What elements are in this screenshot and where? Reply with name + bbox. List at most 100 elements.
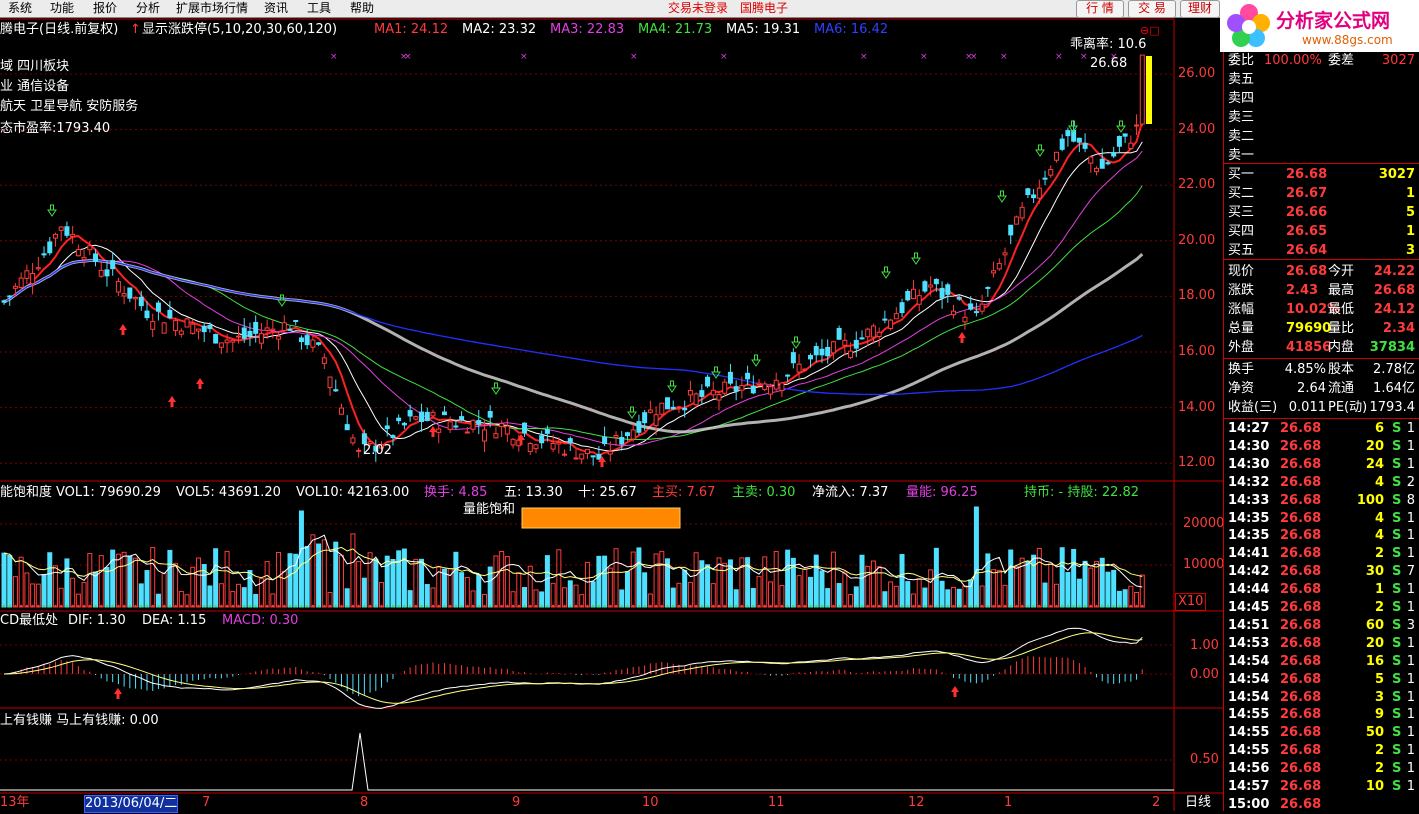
candle-body — [464, 431, 470, 434]
volume-bar — [693, 552, 699, 608]
candle-body — [624, 432, 630, 437]
chart-canvas[interactable]: ×× ×× × ×× × × × × × × × — [0, 0, 1224, 811]
volume-bar — [922, 587, 928, 608]
macd-value-label: MACD: 0.30 — [222, 613, 299, 628]
volume-bar — [630, 551, 636, 608]
bid-row[interactable]: 买五 26.64 3 — [1224, 242, 1419, 260]
tick-row[interactable]: 14:54 26.68 5 S 1 — [1224, 671, 1419, 689]
candle-body — [150, 321, 156, 330]
macd-buy-arrow-icon — [114, 688, 122, 699]
ten-label: 十: 25.67 — [578, 485, 637, 500]
tick-row[interactable]: 14:54 26.68 16 S 1 — [1224, 653, 1419, 671]
volume-bar — [624, 571, 630, 608]
volume-bar — [613, 548, 619, 608]
tick-row[interactable]: 14:51 26.68 60 S 3 — [1224, 617, 1419, 635]
bid-row[interactable]: 买四 26.65 1 — [1224, 223, 1419, 241]
stat-row: 涨跌 2.43 最高 26.68 — [1228, 283, 1415, 298]
candle-body — [338, 407, 344, 415]
volume-bar — [104, 567, 110, 608]
bid-row[interactable]: 买一 26.68 3027 — [1224, 166, 1419, 184]
ma-line — [3, 120, 1144, 457]
volume-bar — [207, 585, 213, 608]
volume-bar — [287, 553, 293, 608]
cross-marker: × — [1055, 52, 1063, 62]
candle-body — [676, 406, 682, 409]
tick-row[interactable]: 14:42 26.68 30 S 7 — [1224, 563, 1419, 581]
main-sell-label: 主卖: 0.30 — [732, 485, 796, 500]
tick-row[interactable]: 14:55 26.68 50 S 1 — [1224, 724, 1419, 742]
candle-body — [699, 390, 705, 397]
tick-row[interactable]: 14:55 26.68 2 S 1 — [1224, 742, 1419, 760]
logo-url: www.88gs.com — [1302, 33, 1393, 47]
volume-bar — [1071, 548, 1077, 608]
candle-body — [1139, 54, 1145, 125]
candle-body — [1048, 169, 1054, 176]
period-label[interactable]: 日线 — [1185, 795, 1211, 811]
candle-body — [201, 325, 207, 333]
candle-body — [115, 280, 121, 293]
tick-row[interactable]: 14:45 26.68 2 S 1 — [1224, 599, 1419, 617]
candle-body — [705, 376, 711, 387]
candle-body — [356, 449, 362, 452]
cross-marker: × — [330, 52, 338, 62]
x-label: 11 — [768, 795, 785, 810]
tick-row[interactable]: 14:56 26.68 2 S 1 — [1224, 760, 1419, 778]
volume-bar — [836, 583, 842, 608]
candle-body — [928, 284, 934, 288]
tick-row[interactable]: 14:33 26.68 100 S 8 — [1224, 492, 1419, 510]
tick-row[interactable]: 14:54 26.68 3 S 1 — [1224, 689, 1419, 707]
tick-row[interactable]: 14:32 26.68 4 S 2 — [1224, 474, 1419, 492]
candle-body — [733, 386, 739, 392]
tick-row[interactable]: 14:57 26.68 10 S 1 — [1224, 778, 1419, 796]
volume-bar — [710, 583, 716, 608]
candle-body — [127, 287, 133, 299]
candle-body — [579, 453, 585, 460]
candle-body — [1134, 124, 1140, 127]
volume-bar — [58, 587, 64, 608]
x-cursor-date[interactable]: 2013/06/04/二 — [84, 795, 179, 813]
volume-bar — [567, 580, 573, 608]
dea-label: DEA: 1.15 — [142, 613, 207, 628]
candle-body — [1065, 130, 1071, 137]
ma-line — [3, 252, 1144, 434]
tick-row[interactable]: 14:35 26.68 4 S 1 — [1224, 510, 1419, 528]
volume-bar — [310, 534, 316, 608]
sell-arrow-icon — [997, 190, 1007, 203]
y-tick: 16.00 — [1178, 344, 1216, 359]
tick-row[interactable]: 14:41 26.68 2 S 1 — [1224, 545, 1419, 563]
candle-body — [830, 341, 836, 354]
candle-body — [790, 352, 796, 364]
candle-body — [522, 422, 528, 434]
tick-row[interactable]: 14:35 26.68 4 S 1 — [1224, 527, 1419, 545]
candle-body — [962, 316, 968, 323]
tick-row[interactable]: 14:30 26.68 20 S 1 — [1224, 438, 1419, 456]
candle-body — [659, 402, 665, 415]
tick-row[interactable]: 14:53 26.68 20 S 1 — [1224, 635, 1419, 653]
candle-body — [436, 428, 442, 433]
bid-row[interactable]: 买二 26.67 1 — [1224, 185, 1419, 203]
tick-row[interactable]: 14:30 26.68 24 S 1 — [1224, 456, 1419, 474]
x-label: 13年 — [0, 795, 30, 810]
tick-row[interactable]: 15:00 26.68 — [1224, 796, 1419, 814]
candle-body — [270, 328, 276, 331]
candle-body — [1042, 177, 1048, 180]
candle-body — [310, 339, 316, 348]
volume-bar — [379, 581, 385, 608]
volume-bar — [888, 581, 894, 608]
tick-row[interactable]: 14:27 26.68 6 S 1 — [1224, 420, 1419, 438]
candle-body — [304, 335, 310, 346]
candle-body — [41, 253, 47, 256]
candle-body — [499, 423, 505, 427]
candle-body — [12, 285, 18, 289]
tick-row[interactable]: 14:55 26.68 9 S 1 — [1224, 706, 1419, 724]
candle-body — [602, 436, 608, 445]
bid-row[interactable]: 买三 26.66 5 — [1224, 204, 1419, 222]
x-label: 12 — [908, 795, 925, 810]
candle-body — [527, 443, 533, 452]
volume-bar — [733, 589, 739, 608]
tick-row[interactable]: 14:44 26.68 1 S 1 — [1224, 581, 1419, 599]
fundamental-row: 收益(三) 0.011 PE(动) 1793.4 — [1228, 400, 1415, 415]
volume-bar — [87, 553, 93, 608]
candle-body — [287, 328, 293, 331]
sell-arrow-icon — [711, 366, 721, 379]
